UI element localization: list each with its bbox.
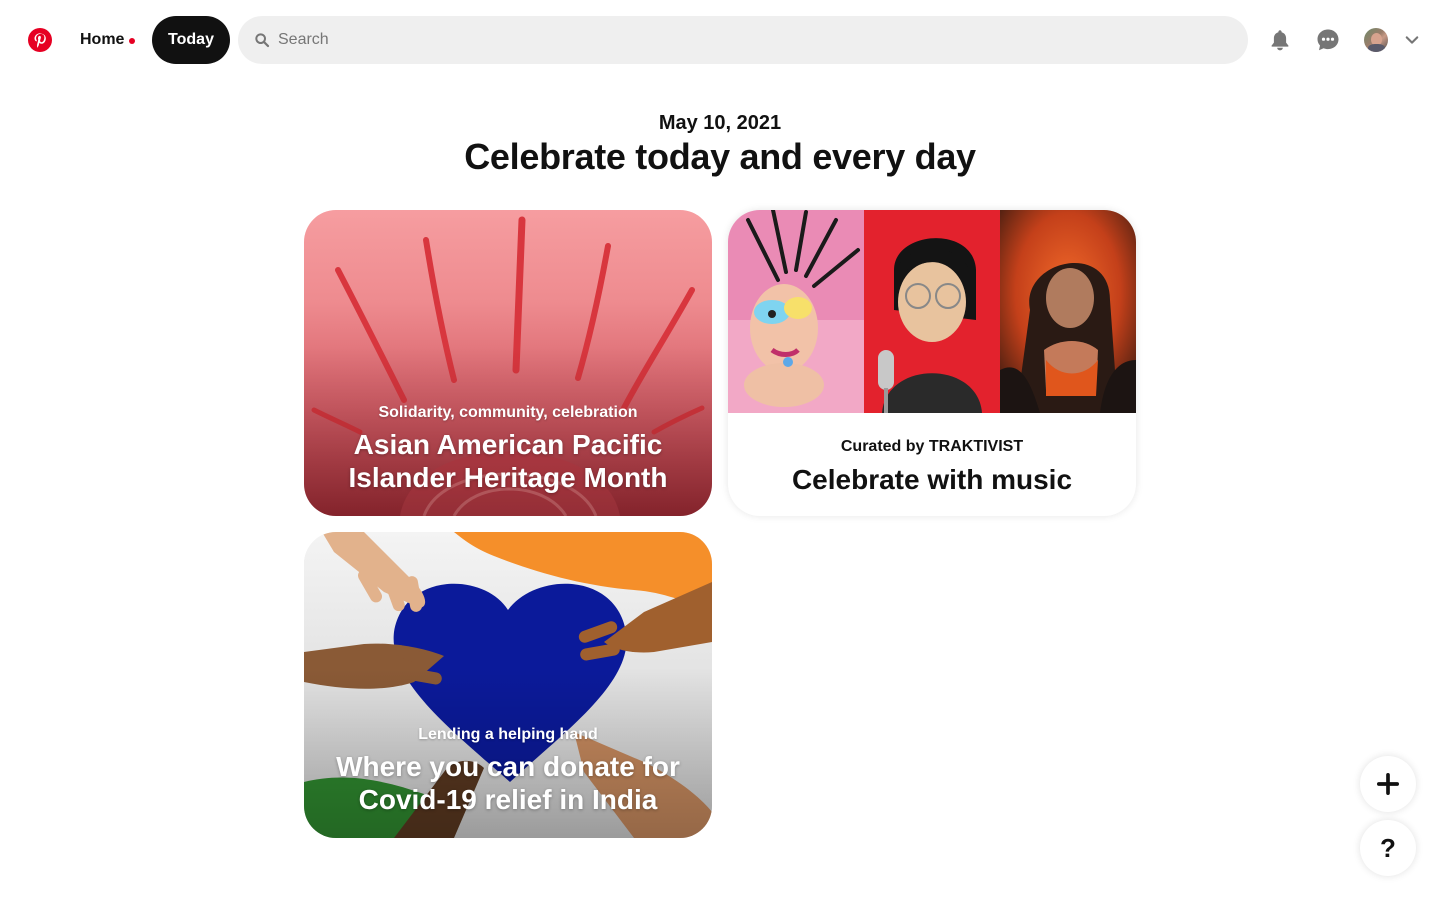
artist-photo-1 <box>728 210 864 413</box>
story-card-aapi[interactable]: Solidarity, community, celebration Asian… <box>304 210 712 516</box>
help-button[interactable]: ? <box>1360 820 1416 876</box>
nav-home-label: Home <box>80 31 125 48</box>
search-icon <box>254 32 270 48</box>
pinterest-logo-icon[interactable] <box>16 16 64 64</box>
artist-photo-2 <box>864 210 1000 413</box>
page-title: Celebrate today and every day <box>464 136 976 177</box>
nav-home-link[interactable]: Home <box>72 16 143 64</box>
card-text: Solidarity, community, celebration Asian… <box>304 402 712 494</box>
notifications-button[interactable] <box>1256 16 1304 64</box>
search-input[interactable] <box>278 20 1178 60</box>
notification-dot <box>129 37 136 44</box>
card-text: Lending a helping hand Where you can don… <box>304 724 712 816</box>
chat-bubble-icon <box>1317 29 1339 51</box>
search-bar[interactable] <box>238 16 1248 64</box>
avatar[interactable] <box>1352 16 1400 64</box>
card-text: Curated by TRAKTIVIST Celebrate with mus… <box>728 436 1136 497</box>
chevron-down-icon <box>1405 36 1419 44</box>
story-card-music[interactable]: Curated by TRAKTIVIST Celebrate with mus… <box>728 210 1136 516</box>
card-subtitle: Lending a helping hand <box>418 726 598 743</box>
top-nav: Home Today <box>0 0 1440 80</box>
plus-icon <box>1377 773 1399 795</box>
avatar-image <box>1364 28 1388 52</box>
card-title: Where you can donate for Covid-19 relief… <box>336 751 680 815</box>
page-date: May 10, 2021 <box>658 112 782 134</box>
story-card-india[interactable]: Lending a helping hand Where you can don… <box>304 532 712 838</box>
nav-today-label: Today <box>168 31 214 48</box>
card-title: Asian American Pacific Islander Heritage… <box>348 429 668 493</box>
account-menu-button[interactable] <box>1400 28 1424 52</box>
create-button[interactable] <box>1360 756 1416 812</box>
messages-button[interactable] <box>1304 16 1352 64</box>
bell-icon <box>1271 30 1289 51</box>
help-icon: ? <box>1380 832 1396 863</box>
music-image-strip <box>728 210 1136 413</box>
nav-today-tab[interactable]: Today <box>152 16 230 64</box>
artist-photo-3 <box>1000 210 1136 413</box>
card-subtitle: Solidarity, community, celebration <box>378 404 638 421</box>
pinterest-logo-icon-svg <box>28 28 52 52</box>
card-subtitle: Curated by TRAKTIVIST <box>840 438 1024 455</box>
card-title: Celebrate with music <box>791 464 1073 495</box>
